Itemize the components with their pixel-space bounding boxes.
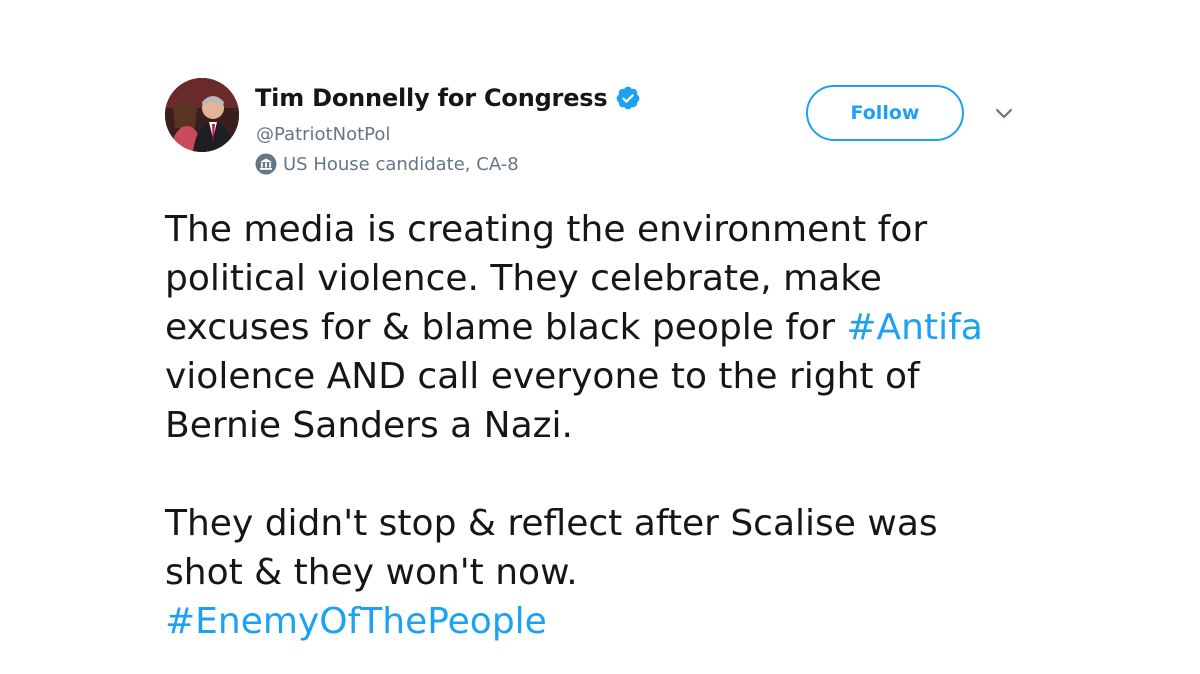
follow-button[interactable]: Follow — [806, 85, 964, 141]
tweet-line: Bernie Sanders a Nazi. — [165, 405, 573, 446]
government-building-icon — [255, 153, 277, 175]
tweet-text: The media is creating the environment fo… — [165, 205, 1045, 646]
account-label: US House candidate, CA-8 — [255, 153, 519, 175]
account-handle[interactable]: @PatriotNotPol — [256, 124, 390, 145]
tweet-line-text: excuses for & blame black people for — [165, 307, 847, 348]
tweet-card: Tim Donnelly for Congress @PatriotNotPol… — [0, 0, 1200, 674]
tweet-line: shot & they won't now. — [165, 552, 578, 593]
tweet-line: They didn't stop & reflect after Scalise… — [165, 503, 938, 544]
tweet-line: political violence. They celebrate, make — [165, 258, 882, 299]
avatar[interactable] — [165, 78, 239, 152]
tweet-menu-button[interactable] — [990, 102, 1018, 126]
hashtag-enemy-link[interactable]: #EnemyOfThePeople — [165, 597, 1045, 646]
account-label-text: US House candidate, CA-8 — [283, 153, 519, 175]
chevron-down-icon — [995, 105, 1013, 124]
hashtag-antifa-link[interactable]: #Antifa — [846, 307, 982, 348]
verified-badge-icon — [615, 85, 641, 111]
name-row: Tim Donnelly for Congress — [255, 84, 641, 112]
tweet-line: violence AND call everyone to the right … — [165, 356, 920, 397]
display-name[interactable]: Tim Donnelly for Congress — [255, 84, 608, 112]
tweet-line: The media is creating the environment fo… — [165, 209, 928, 250]
tweet-line: excuses for & blame black people for #An… — [165, 303, 1045, 352]
